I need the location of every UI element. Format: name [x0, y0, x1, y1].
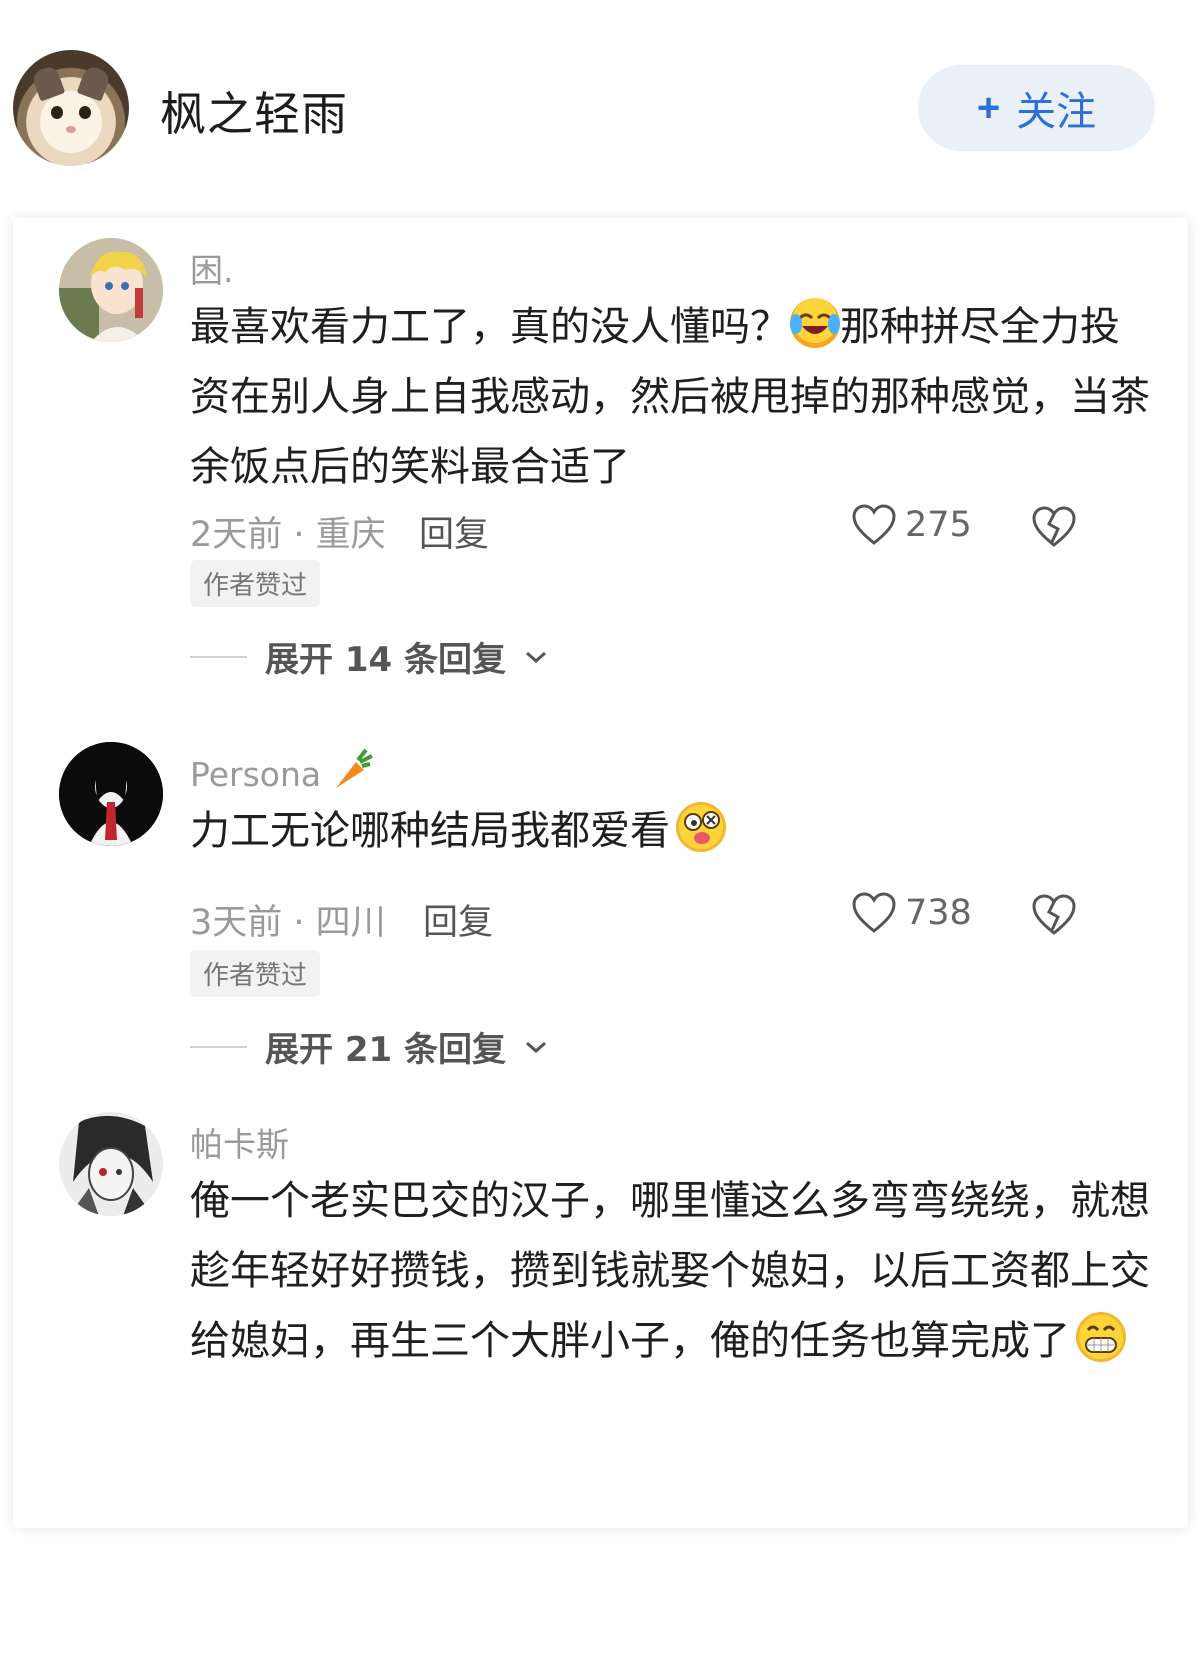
divider-line — [190, 1045, 247, 1048]
chevron-down-icon — [526, 1041, 546, 1053]
comment-time-location: 2天前 · 重庆 — [190, 515, 386, 555]
chevron-down-icon — [526, 651, 546, 663]
broken-heart-icon — [1032, 894, 1076, 935]
comment-list: 困. 最喜欢看力工了，真的没人懂吗？ 那种拼尽全力投资在别人身上自我感动，然后被甩… — [13, 218, 1188, 1528]
expand-replies-button[interactable]: 展开 14 条回复 — [190, 632, 548, 681]
broken-heart-icon — [1032, 506, 1076, 547]
grinning-emoji-icon — [1076, 1312, 1126, 1362]
comment-time-location: 3天前 · 四川 — [190, 903, 386, 943]
heart-outline-icon — [852, 504, 896, 545]
expand-replies-label: 展开 21 条回复 — [265, 1030, 506, 1070]
follow-button[interactable]: + 关注 — [918, 65, 1155, 151]
cat-nose — [66, 126, 76, 133]
comment-text: 俺一个老实巴交的汉子，哪里懂这么多弯弯绕绕，就想趁年轻好好攒钱，攒到钱就娶个媳妇… — [190, 1166, 1150, 1376]
commenter-avatar[interactable] — [59, 742, 163, 846]
like-count: 275 — [905, 505, 972, 545]
cat-ear — [76, 64, 112, 102]
commenter-name[interactable]: 帕卡斯 — [190, 1118, 289, 1166]
silhouette-avatar-icon — [59, 742, 163, 846]
cat-eye — [51, 106, 63, 119]
reply-button[interactable]: 回复 — [419, 506, 489, 557]
author-username[interactable]: 枫之轻雨 — [160, 78, 348, 144]
comment-text: 最喜欢看力工了，真的没人懂吗？ 那种拼尽全力投资在别人身上自我感动，然后被甩掉的那… — [190, 292, 1150, 502]
like-button[interactable]: 275 — [851, 504, 972, 546]
reply-button[interactable]: 回复 — [423, 894, 493, 945]
like-count: 738 — [905, 893, 972, 933]
commenter-name[interactable]: 困. — [190, 244, 234, 292]
cat-eye — [79, 106, 91, 119]
comment-text: 力工无论哪种结局我都爱看 — [190, 796, 1150, 866]
author-avatar[interactable] — [13, 50, 129, 166]
plus-icon: + — [976, 85, 1001, 130]
follow-label: 关注 — [1016, 90, 1097, 134]
expand-replies-label: 展开 14 条回复 — [265, 640, 506, 680]
divider-line — [190, 655, 247, 658]
heart-outline-icon — [852, 892, 896, 933]
comment-text-part: 最喜欢看力工了，真的没人懂吗？ — [190, 304, 790, 350]
comment-text-part: 力工无论哪种结局我都爱看 — [190, 808, 670, 854]
carrot-icon — [335, 748, 373, 788]
commenter-name-text: Persona — [190, 755, 322, 794]
comment-text-part: 俺一个老实巴交的汉子，哪里懂这么多弯弯绕绕，就想趁年轻好好攒钱，攒到钱就娶个媳妇… — [190, 1178, 1150, 1364]
commenter-avatar[interactable] — [59, 238, 163, 342]
profile-header: 枫之轻雨 + 关注 — [0, 0, 1200, 210]
sketch-avatar-icon — [59, 1112, 163, 1216]
dislike-button[interactable] — [1031, 894, 1077, 940]
dislike-button[interactable] — [1031, 506, 1077, 552]
expand-replies-button[interactable]: 展开 21 条回复 — [190, 1022, 548, 1071]
anime-avatar-icon — [59, 238, 163, 342]
author-liked-badge: 作者赞过 — [190, 950, 321, 997]
laughing-crying-emoji-icon — [790, 298, 840, 348]
dizzy-face-emoji-icon — [676, 802, 726, 852]
cat-ear — [30, 64, 66, 102]
commenter-name[interactable]: Persona — [190, 748, 374, 794]
author-liked-badge: 作者赞过 — [190, 560, 321, 607]
like-button[interactable]: 738 — [851, 892, 972, 934]
commenter-avatar[interactable] — [59, 1112, 163, 1216]
